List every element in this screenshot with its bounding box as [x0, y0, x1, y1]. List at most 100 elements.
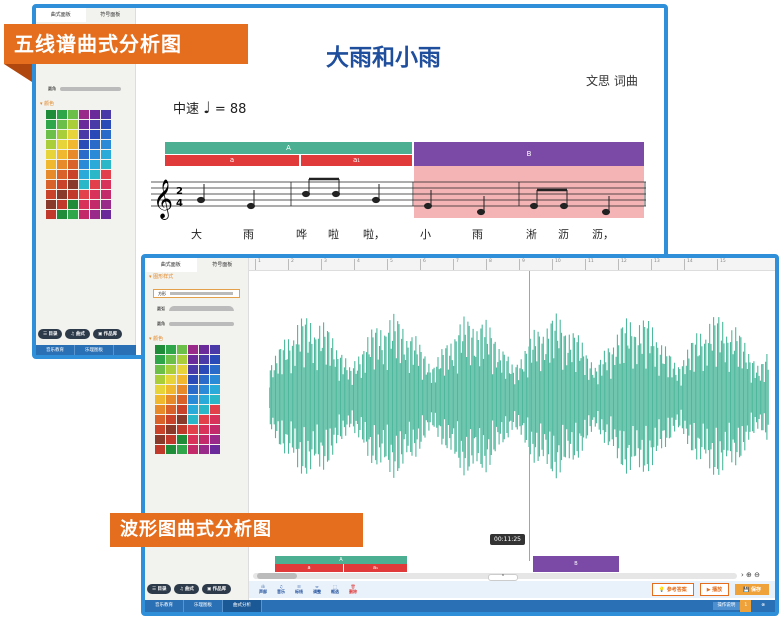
color-swatch[interactable]: [68, 170, 78, 179]
page-number[interactable]: 1: [740, 600, 752, 612]
color-swatch[interactable]: [199, 345, 209, 354]
color-swatch[interactable]: [90, 180, 100, 189]
line-style-square[interactable]: 方形: [153, 289, 240, 298]
tab-symbol-panel[interactable]: 符号面板: [197, 258, 249, 272]
tool-music[interactable]: ♫ 音乐: [277, 584, 285, 595]
color-swatch[interactable]: [210, 345, 220, 354]
color-swatch[interactable]: [188, 405, 198, 414]
color-swatch[interactable]: [101, 180, 111, 189]
color-swatch[interactable]: [101, 120, 111, 129]
color-swatch[interactable]: [101, 130, 111, 139]
tab-symbol-panel[interactable]: 符号面板: [86, 8, 136, 22]
color-palette[interactable]: [155, 345, 248, 454]
phrase-a1-bar[interactable]: a₁: [344, 564, 407, 572]
color-swatch[interactable]: [79, 130, 89, 139]
color-swatch[interactable]: [177, 415, 187, 424]
tool-adjust[interactable]: ⇔ 调整: [313, 584, 321, 595]
color-swatch[interactable]: [188, 355, 198, 364]
color-palette[interactable]: [46, 110, 135, 219]
color-swatch[interactable]: [90, 130, 100, 139]
color-swatch[interactable]: [90, 170, 100, 179]
color-swatch[interactable]: [90, 140, 100, 149]
color-swatch[interactable]: [68, 140, 78, 149]
color-swatch[interactable]: [79, 190, 89, 199]
color-swatch[interactable]: [101, 190, 111, 199]
line-style-option[interactable]: 圆角: [44, 84, 127, 93]
color-swatch[interactable]: [166, 395, 176, 404]
section-B-bar[interactable]: B: [414, 142, 644, 166]
color-swatch[interactable]: [177, 375, 187, 384]
color-swatch[interactable]: [90, 150, 100, 159]
color-swatch[interactable]: [210, 365, 220, 374]
color-swatch[interactable]: [68, 190, 78, 199]
color-swatch[interactable]: [210, 415, 220, 424]
color-swatch[interactable]: [166, 425, 176, 434]
color-swatch[interactable]: [210, 425, 220, 434]
color-swatch[interactable]: [188, 415, 198, 424]
color-swatch[interactable]: [210, 405, 220, 414]
color-swatch[interactable]: [57, 110, 67, 119]
color-swatch[interactable]: [68, 160, 78, 169]
color-swatch[interactable]: [79, 200, 89, 209]
color-swatch[interactable]: [90, 190, 100, 199]
color-swatch[interactable]: [57, 190, 67, 199]
color-swatch[interactable]: [90, 200, 100, 209]
color-swatch[interactable]: [68, 150, 78, 159]
color-swatch[interactable]: [68, 180, 78, 189]
color-swatch[interactable]: [68, 200, 78, 209]
color-swatch[interactable]: [57, 130, 67, 139]
color-swatch[interactable]: [199, 385, 209, 394]
color-swatch[interactable]: [166, 355, 176, 364]
color-swatch[interactable]: [199, 375, 209, 384]
color-swatch[interactable]: [46, 140, 56, 149]
tab-form-panel[interactable]: 曲式面板: [145, 258, 197, 272]
color-swatch[interactable]: [46, 200, 56, 209]
color-swatch[interactable]: [188, 395, 198, 404]
color-swatch[interactable]: [155, 425, 165, 434]
phrase-a-bar[interactable]: a: [275, 564, 343, 572]
color-swatch[interactable]: [101, 170, 111, 179]
color-swatch[interactable]: [57, 200, 67, 209]
line-style-round[interactable]: 圆角: [153, 319, 240, 328]
color-swatch[interactable]: [166, 435, 176, 444]
color-swatch[interactable]: [101, 210, 111, 219]
color-swatch[interactable]: [57, 180, 67, 189]
color-swatch[interactable]: [199, 425, 209, 434]
color-swatch[interactable]: [188, 425, 198, 434]
zoom-controls[interactable]: › ⊕ ⊖: [741, 571, 760, 579]
color-swatch[interactable]: [166, 345, 176, 354]
form-button[interactable]: ♫ 曲式: [65, 329, 90, 339]
collapse-handle[interactable]: ⌃: [488, 574, 518, 581]
color-swatch[interactable]: [101, 110, 111, 119]
works-button[interactable]: ▣ 作品库: [201, 584, 232, 594]
color-swatch[interactable]: [68, 120, 78, 129]
color-swatch[interactable]: [155, 345, 165, 354]
color-swatch[interactable]: [46, 210, 56, 219]
color-swatch[interactable]: [177, 405, 187, 414]
color-swatch[interactable]: [177, 355, 187, 364]
color-swatch[interactable]: [57, 150, 67, 159]
color-swatch[interactable]: [177, 385, 187, 394]
color-swatch[interactable]: [68, 110, 78, 119]
color-swatch[interactable]: [101, 160, 111, 169]
color-swatch[interactable]: [79, 160, 89, 169]
color-swatch[interactable]: [188, 345, 198, 354]
tool-select[interactable]: ⬚ 框选: [331, 584, 339, 595]
color-swatch[interactable]: [79, 170, 89, 179]
color-swatch[interactable]: [155, 365, 165, 374]
color-swatch[interactable]: [166, 415, 176, 424]
color-swatch[interactable]: [210, 435, 220, 444]
color-swatch[interactable]: [188, 435, 198, 444]
color-swatch[interactable]: [57, 120, 67, 129]
color-swatch[interactable]: [199, 435, 209, 444]
color-swatch[interactable]: [46, 120, 56, 129]
color-swatch[interactable]: [68, 130, 78, 139]
color-swatch[interactable]: [90, 210, 100, 219]
color-swatch[interactable]: [46, 170, 56, 179]
color-swatch[interactable]: [177, 365, 187, 374]
tool-mark[interactable]: ☷ 标线: [295, 584, 303, 595]
color-swatch[interactable]: [177, 435, 187, 444]
color-swatch[interactable]: [188, 375, 198, 384]
color-swatch[interactable]: [155, 415, 165, 424]
color-swatch[interactable]: [79, 210, 89, 219]
